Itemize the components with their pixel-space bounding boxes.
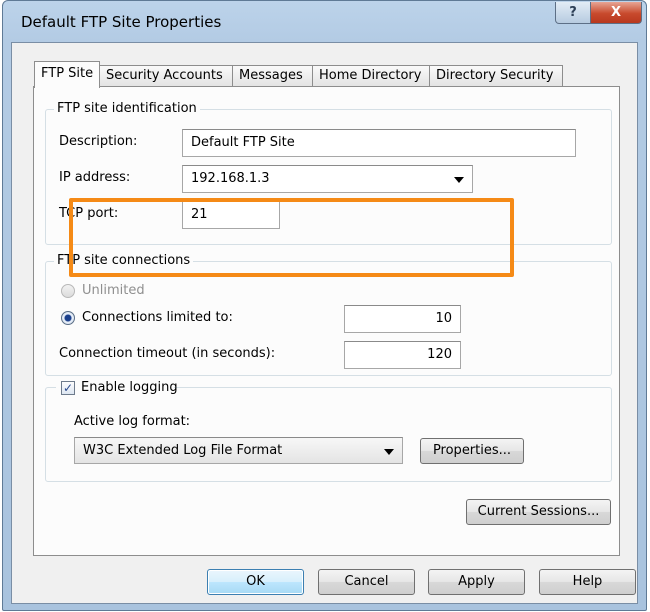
tab-label: FTP Site (41, 66, 94, 81)
help-icon[interactable]: ? (555, 2, 591, 24)
connection-timeout-value: 120 (427, 347, 452, 362)
log-properties-button[interactable]: Properties... (420, 438, 524, 464)
connection-timeout-input[interactable]: 120 (344, 341, 461, 369)
chevron-down-icon[interactable] (384, 449, 394, 455)
help-button[interactable]: Help (539, 569, 636, 595)
properties-dialog: Default FTP Site Properties ? X FTP Site… (2, 0, 647, 611)
button-label: OK (246, 574, 265, 589)
tab-ftp-site[interactable]: FTP Site (34, 61, 100, 88)
enable-logging-checkbox[interactable]: ✓ (61, 381, 75, 395)
log-format-combobox[interactable]: W3C Extended Log File Format (74, 437, 403, 464)
close-icon[interactable]: X (590, 2, 642, 24)
tab-messages[interactable]: Messages (232, 65, 313, 87)
connection-timeout-label: Connection timeout (in seconds): (59, 346, 276, 361)
current-sessions-button[interactable]: Current Sessions... (466, 499, 611, 525)
log-format-value: W3C Extended Log File Format (83, 443, 283, 458)
window-title: Default FTP Site Properties (21, 13, 222, 31)
button-label: Current Sessions... (477, 504, 600, 519)
description-value: Default FTP Site (191, 135, 295, 150)
cancel-button[interactable]: Cancel (318, 569, 415, 595)
tab-home-directory[interactable]: Home Directory (312, 65, 430, 87)
ip-address-combobox[interactable]: 192.168.1.3 (182, 165, 473, 193)
enable-logging-label: Enable logging (81, 380, 178, 395)
chevron-down-icon[interactable] (454, 177, 464, 183)
button-label: Cancel (344, 574, 389, 589)
description-input[interactable]: Default FTP Site (182, 129, 576, 157)
connections-limit-input[interactable]: 10 (344, 305, 461, 333)
connections-limited-label: Connections limited to: (82, 310, 233, 325)
check-icon: ✓ (62, 381, 74, 395)
unlimited-radio[interactable] (61, 284, 75, 298)
connections-limit-value: 10 (435, 311, 452, 326)
tab-security-accounts[interactable]: Security Accounts (99, 65, 233, 87)
tab-directory-security[interactable]: Directory Security (429, 65, 563, 87)
ok-button[interactable]: OK (207, 569, 304, 595)
title-bar[interactable]: Default FTP Site Properties ? X (3, 1, 646, 45)
tab-label: Messages (239, 68, 303, 83)
active-log-format-label: Active log format: (74, 414, 191, 429)
tab-label: Home Directory (319, 68, 422, 83)
logging-group (45, 387, 612, 482)
ip-address-value: 192.168.1.3 (191, 171, 270, 186)
unlimited-label: Unlimited (82, 283, 145, 298)
close-glyph: X (610, 5, 622, 20)
description-label: Description: (59, 134, 138, 149)
button-label: Apply (458, 574, 495, 589)
connections-limited-radio[interactable] (61, 311, 75, 325)
button-label: Help (572, 574, 603, 589)
help-glyph: ? (569, 5, 577, 20)
group-legend: FTP site identification (54, 101, 200, 116)
tab-label: Directory Security (436, 68, 554, 83)
apply-button[interactable]: Apply (428, 569, 525, 595)
ip-address-label: IP address: (59, 170, 131, 185)
tab-label: Security Accounts (106, 68, 223, 83)
dialog-client-area: FTP Site Security Accounts Messages Home… (11, 42, 638, 604)
ip-port-highlight-box (69, 198, 514, 277)
ftp-site-tab-panel: FTP site identification Description: Def… (33, 86, 620, 556)
button-label: Properties... (432, 443, 512, 458)
